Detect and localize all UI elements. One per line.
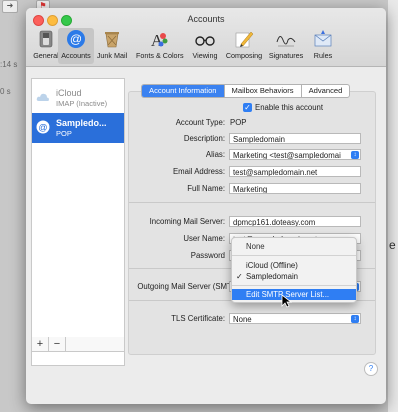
content-area: iCloud IMAP (Inactive) @ Sampledo... POP… <box>26 66 386 404</box>
toolbar-rules[interactable]: Rules <box>308 28 338 64</box>
alias-value: Marketing <test@sampledomai <box>233 151 341 160</box>
account-row-sampledomain[interactable]: @ Sampledo... POP <box>32 113 124 143</box>
account-name: iCloud <box>56 88 82 98</box>
username-label: User Name: <box>183 234 225 243</box>
account-row-icloud[interactable]: iCloud IMAP (Inactive) <box>32 83 124 113</box>
email-field[interactable]: test@sampledomain.net <box>229 166 361 177</box>
account-settings-panel: ✓ Enable this account Account Type: POP … <box>128 91 376 355</box>
menu-item-label: None <box>246 242 265 251</box>
toolbar-label: Junk Mail <box>96 51 128 60</box>
password-label: Password <box>190 251 225 260</box>
chevron-updown-icon: ↕ <box>351 315 359 323</box>
tab-advanced[interactable]: Advanced <box>302 85 350 97</box>
remove-account-button[interactable]: − <box>49 337 66 351</box>
alias-popup[interactable]: Marketing <test@sampledomai ↕ <box>229 149 361 160</box>
description-field[interactable]: Sampledomain <box>229 133 361 144</box>
fullname-label: Full Name: <box>187 184 225 193</box>
menu-item-sampledomain[interactable]: ✓ Sampledomain <box>232 271 356 282</box>
enable-account-checkbox[interactable]: ✓ <box>243 103 252 112</box>
help-button[interactable]: ? <box>364 362 378 376</box>
bg-right-edge <box>388 0 398 412</box>
toolbar-label: Signatures <box>268 51 304 60</box>
tab-account-information[interactable]: Account Information <box>142 85 225 97</box>
font-palette-icon: A <box>151 31 168 50</box>
at-icon: @ <box>67 30 85 48</box>
toolbar-label: Rules <box>313 51 333 60</box>
toolbar-label: Accounts <box>61 51 91 60</box>
outgoing-server-label: Outgoing Mail Server (SMTP <box>137 282 237 291</box>
bg-text-fragment: e <box>389 238 396 252</box>
tls-certificate-popup[interactable]: None ↕ <box>229 313 361 324</box>
toolbar-junk-mail[interactable]: Junk Mail <box>94 28 130 64</box>
toolbar-label: Fonts & Colors <box>136 51 184 60</box>
window-title: Accounts <box>187 14 225 24</box>
glasses-icon <box>195 36 215 46</box>
envelope-icon <box>314 30 332 47</box>
email-label: Email Address: <box>172 167 225 176</box>
menu-separator <box>232 285 356 286</box>
signature-icon <box>276 36 296 47</box>
account-type: IMAP (Inactive) <box>56 99 108 108</box>
settings-tabs: Account Information Mailbox Behaviors Ad… <box>141 84 351 98</box>
account-type-value: POP <box>230 118 247 127</box>
fullname-field[interactable]: Marketing <box>229 183 361 194</box>
menu-separator <box>232 255 356 256</box>
cloud-icon <box>36 93 49 101</box>
alias-label: Alias: <box>205 150 225 159</box>
toolbar-viewing[interactable]: Viewing <box>187 28 223 64</box>
toolbar-label: Composing <box>225 51 263 60</box>
account-type-label: Account Type: <box>175 118 225 127</box>
smtp-server-menu: None iCloud (Offline) ✓ Sampledomain Edi… <box>231 237 357 303</box>
toolbar-composing[interactable]: Composing <box>224 28 264 64</box>
mouse-cursor-icon <box>281 294 293 308</box>
bg-text-fragment: :14 s <box>0 60 18 69</box>
trash-icon <box>105 32 119 48</box>
tls-certificate-value: None <box>233 315 252 324</box>
account-list-footer: + − <box>31 337 125 352</box>
checkmark-icon: ✓ <box>236 272 243 281</box>
menu-item-label: Sampledomain <box>246 272 299 281</box>
menu-item-none[interactable]: None <box>232 241 356 252</box>
enable-account-label: Enable this account <box>255 103 324 112</box>
menu-item-edit-smtp-list[interactable]: Edit SMTP Server List... <box>232 289 356 300</box>
pencil-icon <box>235 31 254 48</box>
add-account-button[interactable]: + <box>32 337 49 351</box>
toolbar-label: Viewing <box>192 51 218 60</box>
svg-text:@: @ <box>70 32 82 46</box>
chevron-updown-icon: ↕ <box>351 151 359 159</box>
incoming-server-label: Incoming Mail Server: <box>149 217 225 226</box>
divider <box>129 202 375 203</box>
account-name: Sampledo... <box>56 118 107 128</box>
toolbar-signatures[interactable]: Signatures <box>266 28 306 64</box>
menu-item-icloud[interactable]: iCloud (Offline) <box>232 260 356 271</box>
bg-arrow-button: ➜ <box>2 0 18 13</box>
svg-text:@: @ <box>38 123 47 133</box>
account-list: iCloud IMAP (Inactive) @ Sampledo... POP <box>31 78 125 366</box>
toolbar-accounts[interactable]: @ Accounts <box>58 28 94 64</box>
toolbar-fonts-colors[interactable]: A Fonts & Colors <box>136 28 184 64</box>
accounts-window: Accounts General @ Accounts Junk Mail A … <box>26 8 386 404</box>
bg-text-fragment: 0 s <box>0 87 11 96</box>
description-label: Description: <box>183 134 225 143</box>
menu-item-label: iCloud (Offline) <box>246 261 298 270</box>
at-icon: @ <box>36 120 50 134</box>
tls-certificate-label: TLS Certificate: <box>171 314 225 323</box>
incoming-server-field[interactable]: dpmcp161.doteasy.com <box>229 216 361 227</box>
account-type: POP <box>56 129 72 138</box>
tab-mailbox-behaviors[interactable]: Mailbox Behaviors <box>225 85 302 97</box>
switch-icon <box>39 30 53 48</box>
titlebar: Accounts General @ Accounts Junk Mail A … <box>26 8 386 67</box>
